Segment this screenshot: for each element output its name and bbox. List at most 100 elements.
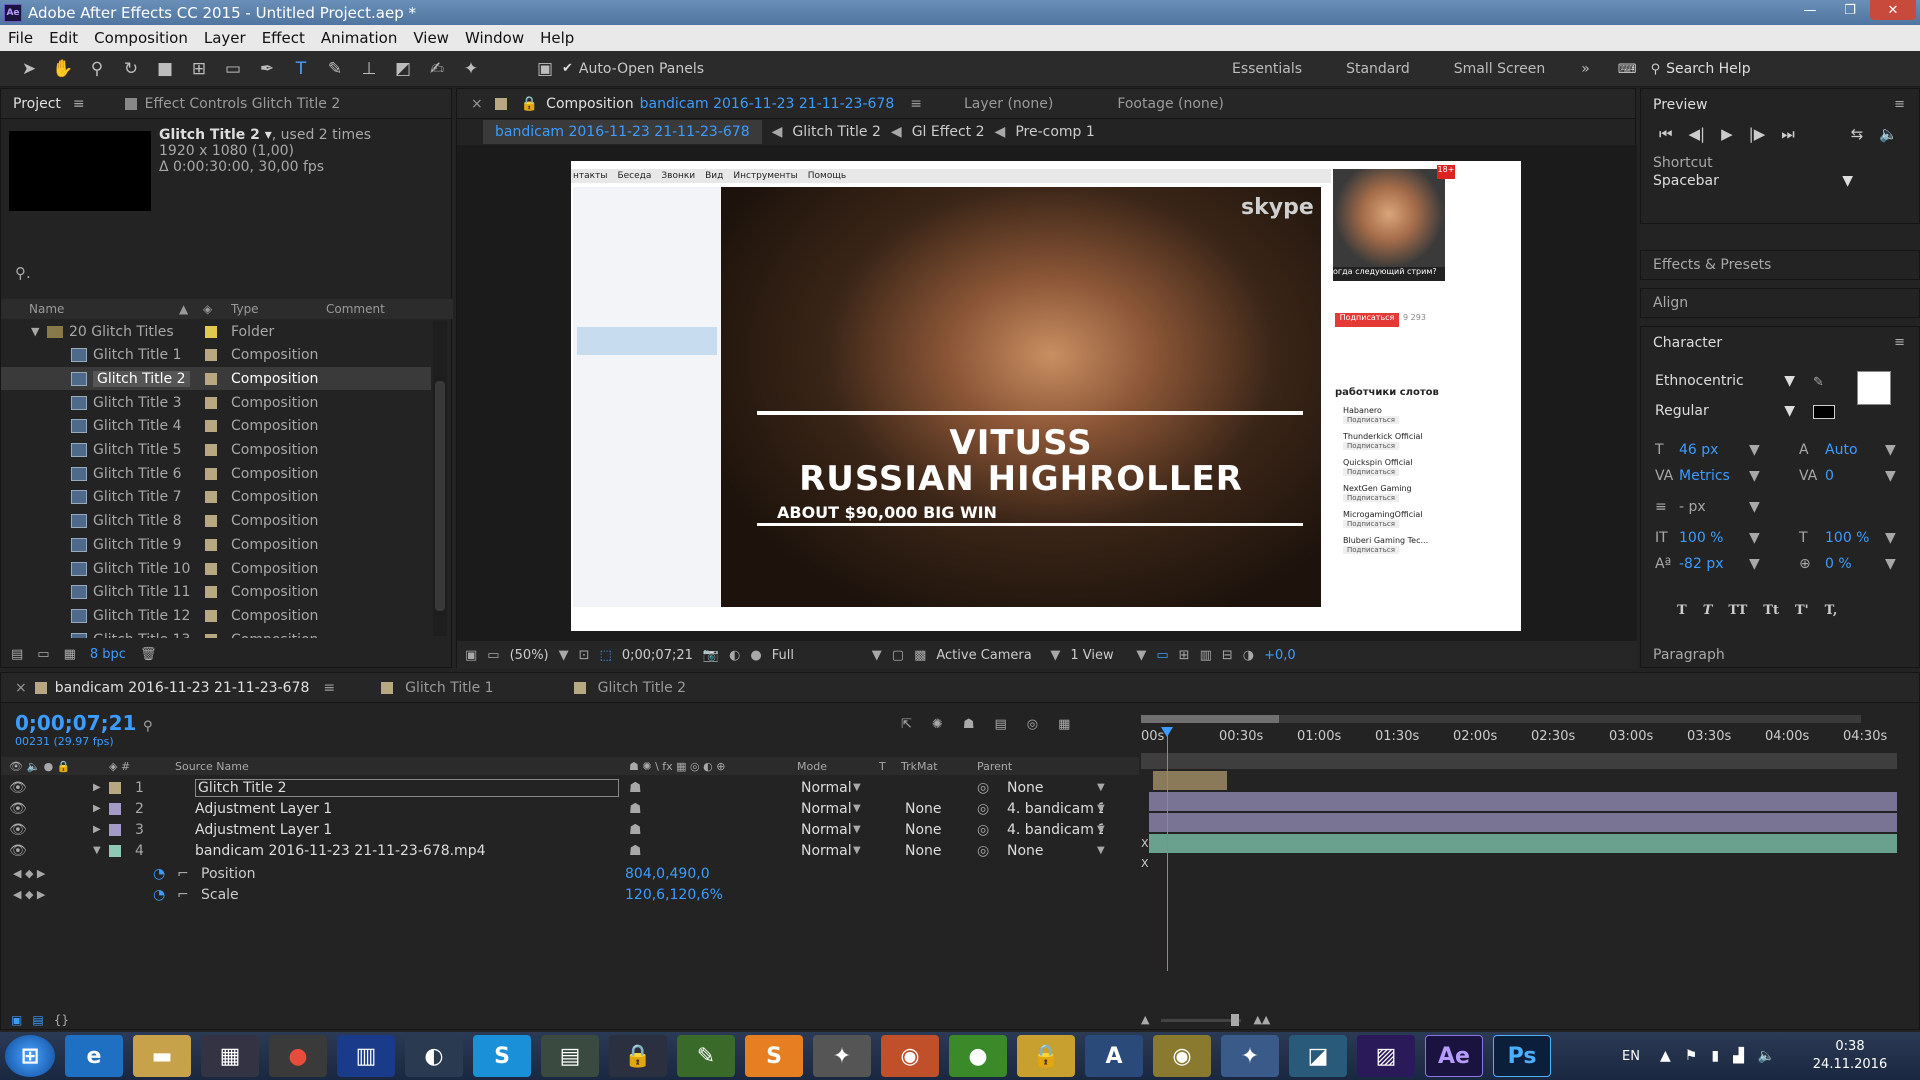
project-item-row[interactable]: Glitch Title 10 Composition xyxy=(1,557,431,580)
layer-name[interactable]: Glitch Title 2 xyxy=(195,778,619,797)
shy-switch-icon[interactable]: ☗ xyxy=(629,801,642,817)
font-style-dropdown[interactable]: Regular ▼ xyxy=(1655,403,1795,419)
pen-tool-icon[interactable]: ✒ xyxy=(254,56,280,82)
graph-icon[interactable]: ⌐ xyxy=(177,887,189,903)
workspace-more-button[interactable]: » xyxy=(1567,61,1604,77)
puppet-tool-icon[interactable]: ✦ xyxy=(458,56,484,82)
project-item-row[interactable]: Glitch Title 8 Composition xyxy=(1,510,431,533)
label-color-swatch[interactable] xyxy=(205,515,217,528)
faux-italic-button[interactable]: T xyxy=(1703,603,1713,618)
trkmat-dropdown[interactable]: None xyxy=(905,822,942,838)
label-color-swatch[interactable] xyxy=(205,349,217,362)
app-taskbar-icon[interactable]: ✦ xyxy=(1221,1035,1279,1077)
prev-frame-icon[interactable]: ◀| xyxy=(1689,125,1706,143)
crumb-3[interactable]: Pre-comp 1 xyxy=(1015,124,1094,140)
steam-taskbar-icon[interactable]: ◐ xyxy=(405,1035,463,1077)
timeline-close-button[interactable]: × xyxy=(1,680,35,696)
parent-arrow-icon[interactable]: ▼ xyxy=(1097,845,1105,856)
source-name-header[interactable]: Source Name xyxy=(175,760,249,773)
trkmat-dropdown[interactable]: None xyxy=(905,843,942,859)
shortcut-dropdown[interactable]: Spacebar ▼ xyxy=(1653,173,1853,189)
toggle-switches-icon[interactable]: ▣ xyxy=(11,1013,22,1027)
play-icon[interactable]: ▶ xyxy=(1721,125,1733,143)
leading-value[interactable]: Auto xyxy=(1825,442,1885,458)
clock[interactable]: 0:38 24.11.2016 xyxy=(1800,1038,1900,1074)
visibility-icon[interactable]: 👁 xyxy=(9,822,27,838)
effects-presets-panel[interactable]: Effects & Presets xyxy=(1640,250,1920,280)
property-row[interactable]: ◀ ◆ ▶ ◔ ⌐ Scale 120,6,120,6% xyxy=(1,884,1139,905)
mode-arrow-icon[interactable]: ▼ xyxy=(853,803,861,814)
keyframe-nav-icon[interactable]: ◀ ◆ ▶ xyxy=(13,867,45,880)
all-caps-button[interactable]: TT xyxy=(1728,603,1747,618)
fill-color-swatch[interactable] xyxy=(1857,371,1891,405)
calculator-taskbar-icon[interactable]: ▦ xyxy=(201,1035,259,1077)
pickwhip-icon[interactable]: ◎ xyxy=(977,801,989,817)
exposure-icon[interactable]: ◑ xyxy=(1243,648,1254,663)
first-frame-icon[interactable]: ⏮ xyxy=(1659,125,1673,143)
after-effects-taskbar-icon[interactable]: Ae xyxy=(1425,1035,1483,1077)
sublime-taskbar-icon[interactable]: S xyxy=(745,1035,803,1077)
zoom-slider[interactable]: ▲ ▲▲ xyxy=(1141,1013,1341,1026)
loop-icon[interactable]: ⇆ xyxy=(1851,125,1864,143)
eyedropper-icon[interactable]: ✎ xyxy=(1813,375,1824,390)
stopwatch-icon[interactable]: ◔ xyxy=(153,866,165,882)
project-item-row[interactable]: Glitch Title 4 Composition xyxy=(1,415,431,438)
parent-arrow-icon[interactable]: ▼ xyxy=(1097,824,1105,835)
time-graph[interactable]: 00s 00:30s 01:00s 01:30s 02:00s 02:30s 03:00s 0… xyxy=(1141,711,1901,1001)
property-row[interactable]: ◀ ◆ ▶ ◔ ⌐ Position 804,0,490,0 xyxy=(1,863,1139,884)
mode-dropdown[interactable]: Normal xyxy=(801,780,852,796)
timeline-tab-1[interactable]: Glitch Title 1 xyxy=(405,680,494,696)
keepass-taskbar-icon[interactable]: 🔒 xyxy=(1017,1035,1075,1077)
keyframe-nav-icon[interactable]: ◀ ◆ ▶ xyxy=(13,888,45,901)
layer-duration-bar[interactable] xyxy=(1153,771,1227,790)
project-item-row[interactable]: Glitch Title 9 Composition xyxy=(1,533,431,556)
timeline-search-icon[interactable]: ⚲ xyxy=(143,719,153,734)
roto-brush-tool-icon[interactable]: ✍ xyxy=(424,56,450,82)
zoom-tool-icon[interactable]: ⚲ xyxy=(84,56,110,82)
workspace-icon[interactable]: ▣ xyxy=(532,56,558,82)
trkmat-dropdown[interactable]: None xyxy=(905,801,942,817)
comp-viewer[interactable]: нтакты Беседа Звонки Вид Инструменты Пом… xyxy=(457,145,1637,641)
expand-arrow-icon[interactable]: ▶ xyxy=(93,803,101,814)
project-scrollbar[interactable] xyxy=(433,321,447,636)
project-item-row[interactable]: Glitch Title 6 Composition xyxy=(1,462,431,485)
project-item-row[interactable]: Glitch Title 11 Composition xyxy=(1,581,431,604)
word-taskbar-icon[interactable]: A xyxy=(1085,1035,1143,1077)
kerning-value[interactable]: Metrics xyxy=(1679,468,1749,484)
property-value[interactable]: 804,0,490,0 xyxy=(625,866,710,882)
vertical-scale-value[interactable]: 100 % xyxy=(1679,530,1749,546)
preview-menu-icon[interactable]: ≡ xyxy=(1894,97,1905,112)
parent-dropdown[interactable]: 4. bandicam 2 xyxy=(1007,801,1103,817)
search-icon[interactable]: ⚲ xyxy=(1651,62,1661,77)
small-caps-button[interactable]: Tt xyxy=(1763,603,1779,618)
comp-flowchart-icon[interactable]: ⇱ xyxy=(901,717,912,732)
resolution-dropdown-arrow-icon[interactable]: ▼ xyxy=(872,648,882,663)
show-snapshot-icon[interactable]: ◐ xyxy=(729,648,740,663)
tab-effect-controls[interactable]: Effect Controls Glitch Title 2 xyxy=(145,96,353,112)
character-menu-icon[interactable]: ≡ xyxy=(1894,335,1905,350)
timeline-current-time[interactable]: 0;00;07;21 xyxy=(15,711,136,735)
flowchart-icon[interactable]: ⊟ xyxy=(1222,648,1233,663)
graph-icon[interactable]: ⌐ xyxy=(177,866,189,882)
layer-row[interactable]: 👁 ▼ 4 bandicam 2016-11-23 21-11-23-678.mp4 ☗… xyxy=(1,840,1139,861)
stopwatch-icon[interactable]: ◔ xyxy=(153,887,165,903)
lock-taskbar-icon[interactable]: 🔒 xyxy=(609,1035,667,1077)
col-comment[interactable]: Comment xyxy=(326,302,385,316)
superscript-button[interactable]: T' xyxy=(1795,603,1809,618)
parent-dropdown[interactable]: None xyxy=(1007,843,1103,859)
battery-icon[interactable]: ▮ xyxy=(1711,1048,1719,1064)
crumb-0[interactable]: bandicam 2016-11-23 21-11-23-678 xyxy=(483,120,762,144)
minimize-button[interactable]: — xyxy=(1790,0,1830,20)
zoom-dropdown[interactable]: (50%) xyxy=(510,648,549,663)
expand-arrow-icon[interactable]: ▼ xyxy=(31,325,47,338)
label-color-swatch[interactable] xyxy=(205,467,217,480)
keyboard-icon[interactable]: ⌨ xyxy=(1618,62,1637,77)
search-help-input[interactable]: Search Help xyxy=(1666,61,1750,77)
font-family-dropdown[interactable]: Ethnocentric ▼ xyxy=(1655,373,1795,389)
safe-zones-icon[interactable]: ⊡ xyxy=(579,648,590,663)
menu-view[interactable]: View xyxy=(405,29,457,47)
label-color-swatch[interactable] xyxy=(205,372,217,385)
roi-icon[interactable]: ▢ xyxy=(892,648,904,663)
label-color-swatch[interactable] xyxy=(205,609,217,622)
layer-label-swatch[interactable] xyxy=(109,802,121,815)
